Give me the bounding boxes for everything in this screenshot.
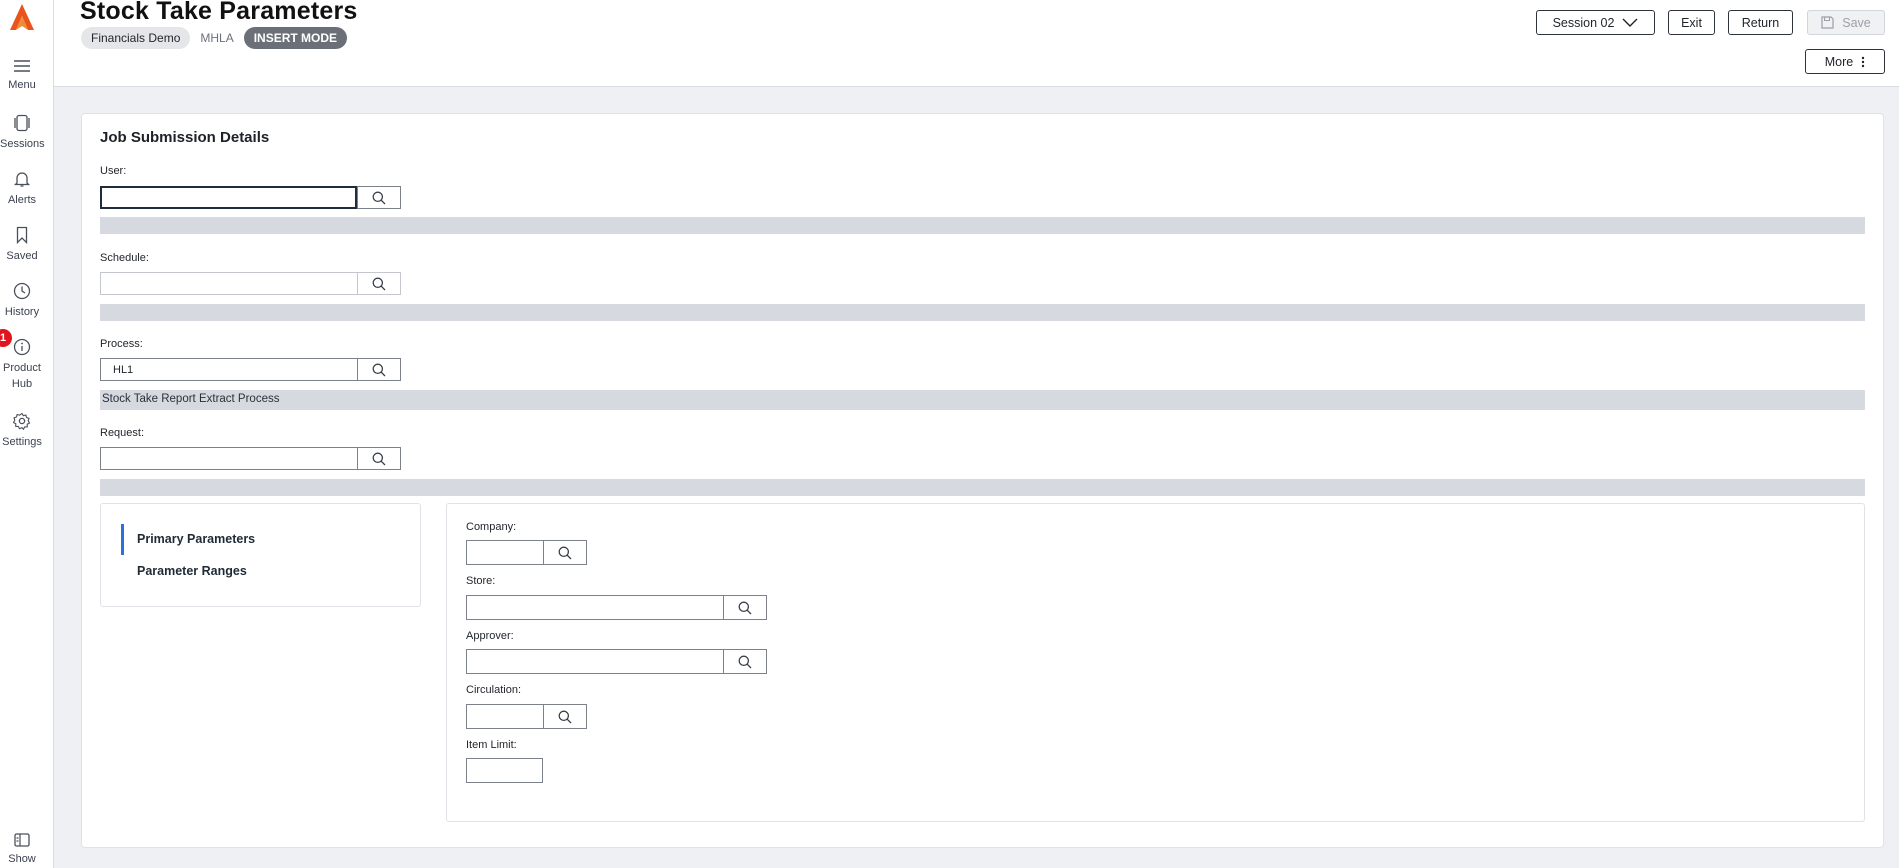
approver-lookup bbox=[466, 649, 767, 674]
show-panel-icon bbox=[14, 833, 30, 847]
approver-input[interactable] bbox=[466, 649, 723, 674]
request-description-bar bbox=[100, 479, 1865, 496]
store-lookup bbox=[466, 595, 767, 620]
active-tab-indicator bbox=[121, 524, 124, 555]
rail-history[interactable]: History bbox=[0, 282, 44, 320]
request-search-button[interactable] bbox=[357, 447, 401, 470]
store-label: Store: bbox=[466, 575, 496, 587]
return-button[interactable]: Return bbox=[1728, 10, 1793, 35]
more-label: More bbox=[1824, 54, 1854, 69]
mode-badge: INSERT MODE bbox=[243, 27, 348, 49]
search-icon bbox=[372, 277, 386, 290]
process-input[interactable] bbox=[100, 358, 357, 381]
page-title: Stock Take Parameters bbox=[80, 0, 358, 25]
approver-search-button[interactable] bbox=[723, 649, 767, 674]
rail-sessions[interactable]: Sessions bbox=[0, 114, 45, 152]
search-icon bbox=[558, 710, 572, 723]
search-icon bbox=[558, 546, 572, 559]
store-search-button[interactable] bbox=[723, 595, 767, 620]
company-lookup bbox=[466, 540, 587, 565]
more-button[interactable]: More bbox=[1805, 49, 1885, 74]
request-label: Request: bbox=[100, 427, 145, 439]
tab-primary-parameters[interactable]: Primary Parameters bbox=[137, 532, 255, 546]
schedule-description-bar bbox=[100, 304, 1865, 321]
rail-label: History bbox=[4, 306, 40, 318]
bell-icon bbox=[13, 172, 31, 187]
store-input[interactable] bbox=[466, 595, 723, 620]
hamburger-icon bbox=[14, 60, 30, 72]
request-lookup bbox=[100, 447, 401, 470]
notification-badge: 1 bbox=[0, 329, 12, 347]
schedule-search-button[interactable] bbox=[357, 272, 401, 295]
circulation-lookup bbox=[466, 704, 587, 729]
process-lookup bbox=[100, 358, 401, 381]
circulation-search-button[interactable] bbox=[543, 704, 587, 729]
save-label: Save bbox=[1842, 15, 1871, 30]
item-limit-input[interactable] bbox=[466, 758, 543, 783]
rail-alerts[interactable]: Alerts bbox=[0, 170, 44, 208]
search-icon bbox=[372, 363, 386, 376]
section-title: Job Submission Details bbox=[100, 129, 270, 146]
save-icon bbox=[1821, 16, 1834, 29]
entity-chip: MHLA bbox=[200, 31, 234, 45]
schedule-label: Schedule: bbox=[100, 252, 149, 264]
rail-label: Product Hub bbox=[3, 362, 41, 390]
schedule-lookup bbox=[100, 272, 401, 295]
rail-saved[interactable]: Saved bbox=[0, 226, 44, 264]
clock-icon bbox=[13, 282, 31, 300]
gear-icon bbox=[13, 412, 31, 430]
process-search-button[interactable] bbox=[357, 358, 401, 381]
schedule-input[interactable] bbox=[100, 272, 357, 295]
kebab-icon bbox=[1862, 56, 1865, 67]
app-logo[interactable] bbox=[9, 3, 35, 31]
tab-parameter-ranges[interactable]: Parameter Ranges bbox=[137, 564, 247, 578]
process-label: Process: bbox=[100, 338, 143, 350]
rail-settings[interactable]: Settings bbox=[0, 412, 44, 450]
company-label: Company: bbox=[466, 521, 517, 533]
rail-label: Sessions bbox=[0, 138, 45, 150]
rail-product-hub[interactable]: 1 Product Hub bbox=[0, 329, 44, 392]
rail-label: Menu bbox=[8, 79, 36, 91]
rail-label: Show bbox=[8, 853, 36, 865]
context-chips: Financials Demo MHLA INSERT MODE bbox=[81, 27, 348, 49]
process-description: Stock Take Report Extract Process bbox=[100, 390, 1865, 410]
user-description-bar bbox=[100, 217, 1865, 234]
save-button[interactable]: Save bbox=[1807, 10, 1885, 35]
rail-show[interactable]: Show bbox=[0, 833, 44, 867]
chevron-down-icon bbox=[1622, 18, 1638, 27]
parameter-tabs: Primary Parameters Parameter Ranges bbox=[100, 503, 421, 607]
search-icon bbox=[372, 191, 386, 204]
search-icon bbox=[738, 601, 752, 614]
sessions-icon bbox=[14, 114, 30, 132]
company-search-button[interactable] bbox=[543, 540, 587, 565]
exit-button[interactable]: Exit bbox=[1668, 10, 1715, 35]
user-lookup bbox=[100, 186, 401, 209]
circulation-input[interactable] bbox=[466, 704, 543, 729]
approver-label: Approver: bbox=[466, 630, 514, 642]
session-label: Session 02 bbox=[1552, 15, 1615, 30]
search-icon bbox=[372, 452, 386, 465]
circulation-label: Circulation: bbox=[466, 684, 522, 696]
search-icon bbox=[738, 655, 752, 668]
bookmark-icon bbox=[16, 226, 28, 244]
rail-label: Saved bbox=[6, 250, 38, 262]
page-header: Stock Take Parameters Financials Demo MH… bbox=[54, 0, 1899, 87]
company-chip: Financials Demo bbox=[81, 27, 191, 49]
rail-label: Settings bbox=[2, 436, 42, 448]
user-input[interactable] bbox=[100, 186, 357, 209]
company-input[interactable] bbox=[466, 540, 543, 565]
item-limit-label: Item Limit: bbox=[466, 739, 517, 751]
rail-menu[interactable]: Menu bbox=[0, 59, 44, 93]
user-search-button[interactable] bbox=[357, 186, 401, 209]
user-label: User: bbox=[100, 165, 127, 177]
info-icon bbox=[13, 338, 31, 356]
rail-label: Alerts bbox=[7, 194, 37, 206]
left-rail: Menu Sessions Alerts Saved History 1 Pro… bbox=[0, 0, 54, 868]
request-input[interactable] bbox=[100, 447, 357, 470]
session-selector[interactable]: Session 02 bbox=[1536, 10, 1655, 35]
